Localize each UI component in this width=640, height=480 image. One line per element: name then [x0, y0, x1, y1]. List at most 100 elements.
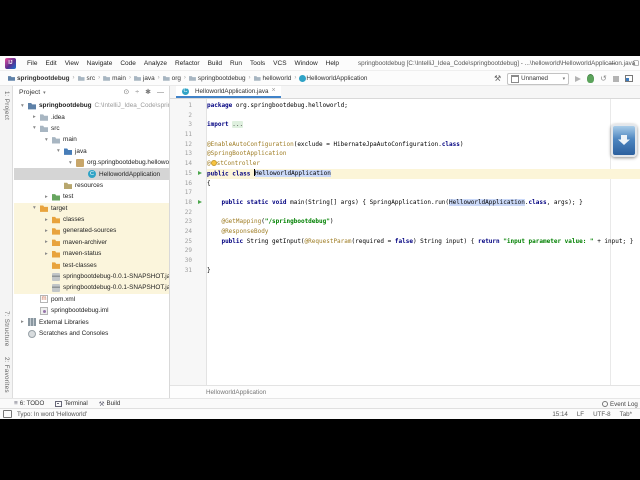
- close-tab-icon[interactable]: ×: [272, 86, 276, 96]
- stop-button[interactable]: [612, 75, 619, 82]
- menu-item[interactable]: Refactor: [171, 56, 204, 71]
- tool-stripe-button[interactable]: 2: Favorites: [3, 357, 10, 393]
- run-gutter-icon[interactable]: [195, 149, 207, 159]
- menu-item[interactable]: View: [61, 56, 83, 71]
- run-gutter-icon[interactable]: [195, 188, 207, 198]
- tree-chevron-icon[interactable]: ▾: [21, 103, 28, 109]
- collapse-all-icon[interactable]: ÷: [135, 86, 139, 99]
- code-line[interactable]: 24 @ResponseBody: [170, 227, 640, 237]
- tree-chevron-icon[interactable]: ▾: [57, 148, 64, 154]
- tree-row[interactable]: test-classes: [14, 259, 169, 271]
- code-line[interactable]: 30: [170, 256, 640, 266]
- tree-row[interactable]: ▸ classes: [14, 213, 169, 226]
- encoding-widget[interactable]: UTF-8: [593, 411, 611, 418]
- menu-item[interactable]: Window: [291, 56, 322, 71]
- tree-chevron-icon[interactable]: ▾: [33, 205, 40, 211]
- run-config-dropdown[interactable]: Unnamed ▾: [507, 72, 570, 85]
- hide-panel-icon[interactable]: —: [157, 86, 164, 99]
- run-gutter-icon[interactable]: [195, 159, 207, 169]
- build-hammer-icon[interactable]: ⚒: [494, 71, 501, 86]
- menu-item[interactable]: Analyze: [140, 56, 171, 71]
- editor-breadcrumb-item[interactable]: HelloworldApplication: [206, 389, 266, 396]
- code-line[interactable]: 29: [170, 246, 640, 256]
- menu-item[interactable]: Edit: [41, 56, 60, 71]
- breadcrumb-item[interactable]: org ›: [162, 75, 189, 82]
- menu-item[interactable]: Help: [322, 56, 343, 71]
- run-gutter-icon[interactable]: [195, 130, 207, 140]
- menu-item[interactable]: VCS: [269, 56, 290, 71]
- run-gutter-icon[interactable]: [195, 246, 207, 256]
- tree-row[interactable]: HelloworldApplication: [14, 168, 169, 180]
- code-line[interactable]: 17: [170, 188, 640, 198]
- tool-window-switcher-icon[interactable]: [3, 410, 12, 418]
- line-separator-widget[interactable]: LF: [577, 411, 584, 418]
- tree-chevron-icon[interactable]: ▸: [45, 228, 52, 234]
- tree-row[interactable]: ▸ .idea: [14, 111, 169, 122]
- tree-row[interactable]: springbootdebug-0.0.1-SNAPSHOT.jar.origi…: [14, 282, 169, 294]
- tree-row[interactable]: pom.xml: [14, 294, 169, 305]
- editor-breadcrumb-bar[interactable]: HelloworldApplication: [170, 385, 640, 398]
- menu-item[interactable]: File: [23, 56, 41, 71]
- menu-item[interactable]: Build: [204, 56, 226, 71]
- tree-row[interactable]: resources: [14, 180, 169, 191]
- settings-gear-icon[interactable]: ✱: [145, 86, 151, 99]
- tree-chevron-icon[interactable]: ▸: [45, 217, 52, 223]
- code-line[interactable]: 3 import ...: [170, 120, 640, 130]
- run-gutter-icon[interactable]: [195, 140, 207, 150]
- tree-row[interactable]: ▸ External Libraries: [14, 316, 169, 327]
- run-gutter-icon[interactable]: [195, 179, 207, 189]
- run-gutter-icon[interactable]: [195, 256, 207, 266]
- run-gutter-icon[interactable]: [195, 120, 207, 130]
- code-line[interactable]: 2: [170, 111, 640, 121]
- code-line[interactable]: 25 public String getInput(@RequestParam(…: [170, 237, 640, 247]
- caret-position-widget[interactable]: 15:14: [552, 411, 567, 418]
- code-line[interactable]: 13 @SpringBootApplication: [170, 149, 640, 159]
- tree-chevron-icon[interactable]: ▾: [33, 125, 40, 131]
- tree-row[interactable]: Scratches and Consoles: [14, 328, 169, 339]
- menu-item[interactable]: Tools: [246, 56, 269, 71]
- code-editor[interactable]: 1 package org.springbootdebug.helloworld…: [170, 99, 640, 386]
- code-line[interactable]: 1 package org.springbootdebug.helloworld…: [170, 101, 640, 111]
- code-line[interactable]: 11: [170, 130, 640, 140]
- code-line[interactable]: 16 {: [170, 179, 640, 189]
- run-gutter-icon[interactable]: [195, 101, 207, 111]
- code-line[interactable]: 18 public static void main(String[] args…: [170, 198, 640, 208]
- tree-row[interactable]: ▸ maven-status: [14, 248, 169, 260]
- tree-chevron-icon[interactable]: ▸: [45, 194, 52, 200]
- run-gutter-icon[interactable]: [195, 237, 207, 247]
- minimize-button[interactable]: —: [604, 58, 620, 69]
- breadcrumb-item[interactable]: helloworld ›: [253, 75, 300, 82]
- maximize-button[interactable]: ▢: [628, 58, 640, 69]
- tree-chevron-icon[interactable]: ▸: [21, 319, 28, 325]
- tree-row[interactable]: ▾ org.springbootdebug.helloworld: [14, 157, 169, 168]
- breadcrumb-item[interactable]: springbootdebug ›: [8, 75, 78, 82]
- breadcrumb-item[interactable]: HelloworldApplication ›: [299, 74, 367, 82]
- restore-layout-icon[interactable]: [624, 75, 633, 82]
- breadcrumb-item[interactable]: springbootdebug ›: [188, 75, 254, 82]
- tree-row[interactable]: ▾ main: [14, 134, 169, 145]
- project-panel-title[interactable]: Project: [19, 89, 40, 96]
- indent-widget[interactable]: Tab*: [620, 411, 632, 418]
- code-line[interactable]: 14 @ stController: [170, 159, 640, 169]
- locate-icon[interactable]: ⊙: [123, 86, 129, 99]
- breadcrumb-item[interactable]: src ›: [77, 75, 104, 82]
- run-gutter-icon[interactable]: [195, 198, 207, 208]
- editor-tab[interactable]: HelloworldApplication.java ×: [176, 86, 281, 98]
- tree-row[interactable]: ▸ maven-archiver: [14, 236, 169, 249]
- tree-row[interactable]: ▾ springbootdebug C:\IntelliJ_Idea_Code\…: [14, 100, 169, 111]
- tree-chevron-icon[interactable]: ▸: [33, 114, 40, 120]
- code-line[interactable]: 23 @GetMapping("/springbootdebug"): [170, 217, 640, 227]
- code-line[interactable]: 12 @EnableAutoConfiguration(exclude = Hi…: [170, 140, 640, 150]
- tree-chevron-icon[interactable]: ▸: [45, 251, 52, 257]
- menu-item[interactable]: Run: [226, 56, 246, 71]
- code-line[interactable]: 31 }: [170, 266, 640, 276]
- tree-chevron-icon[interactable]: ▾: [45, 137, 52, 143]
- tree-row[interactable]: ▸ generated-sources: [14, 225, 169, 237]
- menu-item[interactable]: Code: [116, 56, 140, 71]
- run-gutter-icon[interactable]: [195, 111, 207, 121]
- run-gutter-icon[interactable]: [195, 266, 207, 276]
- run-gutter-icon[interactable]: [195, 208, 207, 218]
- tree-row[interactable]: ▾ target: [14, 202, 169, 214]
- debug-button[interactable]: [587, 74, 595, 83]
- tree-row[interactable]: springbootdebug-0.0.1-SNAPSHOT.jar: [14, 270, 169, 283]
